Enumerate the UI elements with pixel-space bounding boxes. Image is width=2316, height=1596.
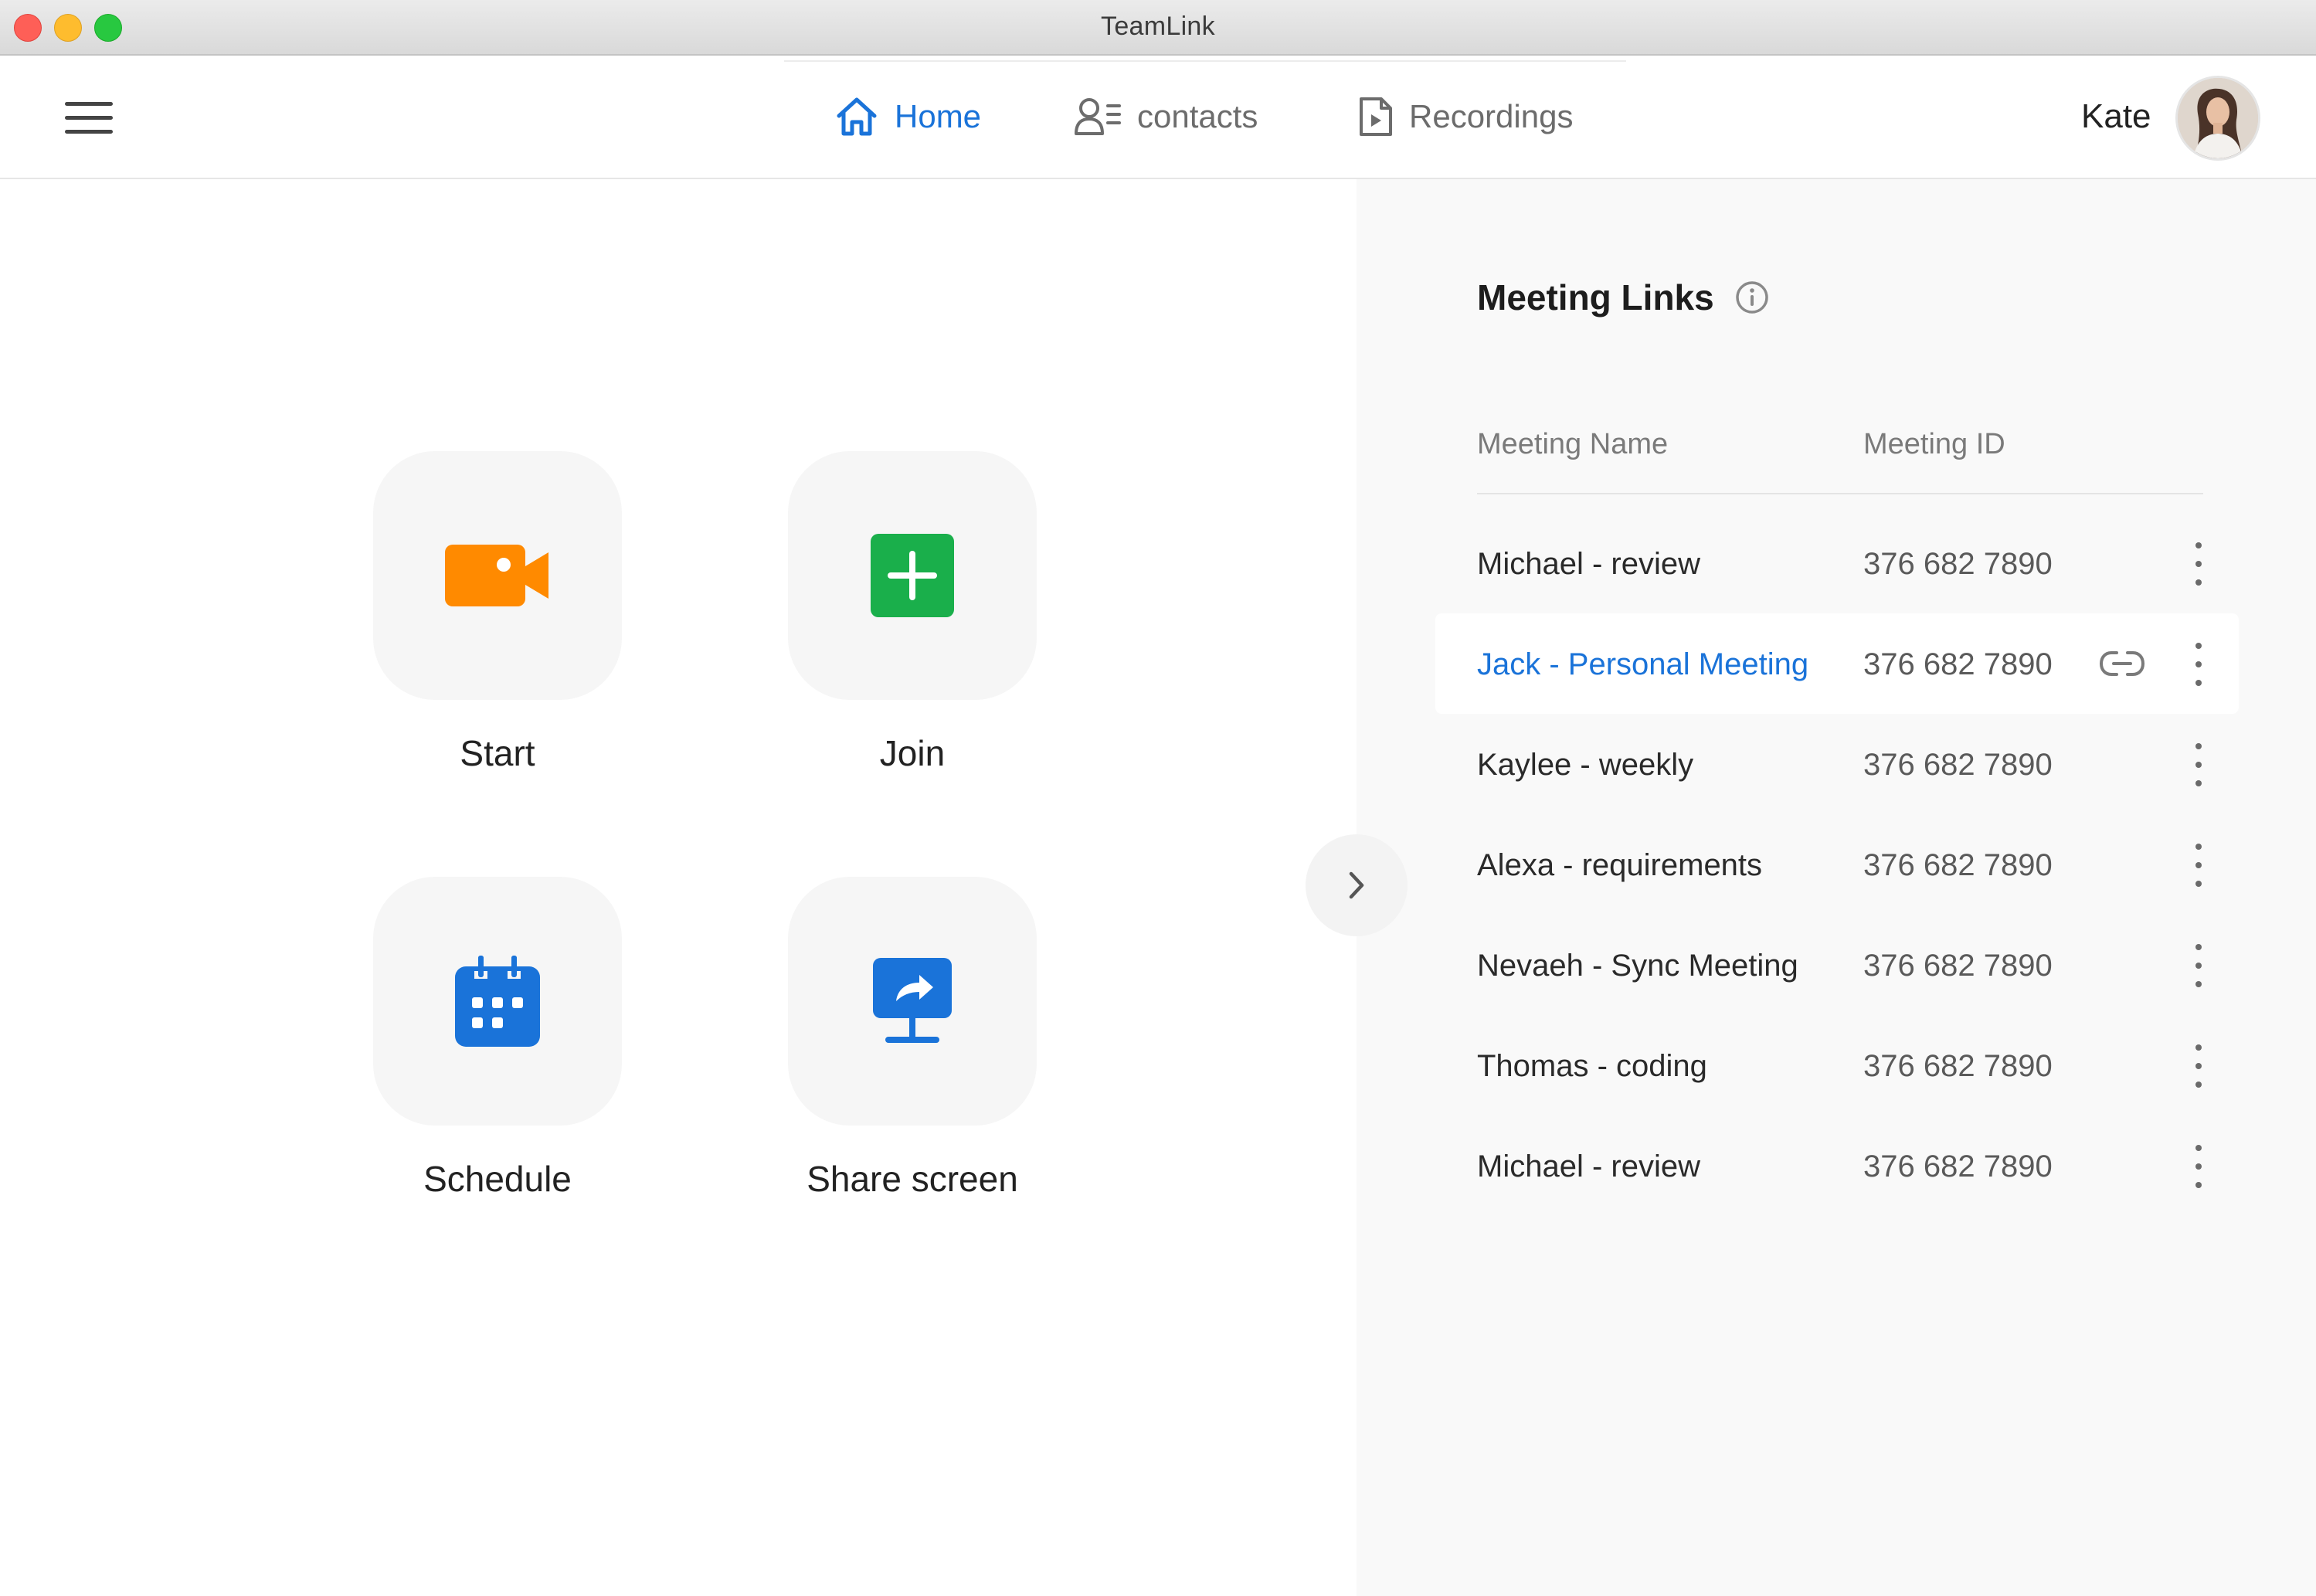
user-name: Kate <box>2081 97 2151 135</box>
meeting-name: Jack - Personal Meeting <box>1477 647 1809 681</box>
share-screen-tile[interactable] <box>788 877 1037 1126</box>
more-vertical-icon <box>2195 944 2202 950</box>
meeting-name: Michael - review <box>1477 1149 1700 1183</box>
more-vertical-icon <box>2195 542 2202 548</box>
meeting-row[interactable]: Nevaeh - Sync Meeting 376 682 7890 <box>1435 915 2239 1015</box>
meeting-links-list: Michael - review 376 682 7890 Jack - Per… <box>1435 513 2239 1216</box>
recordings-icon <box>1360 97 1392 136</box>
meeting-id: 376 682 7890 <box>1863 1149 2053 1183</box>
meeting-id: 376 682 7890 <box>1863 848 2053 882</box>
meeting-name: Thomas - coding <box>1477 1049 1707 1083</box>
plus-icon <box>871 534 954 617</box>
meeting-row[interactable]: Thomas - coding 376 682 7890 <box>1435 1015 2239 1116</box>
more-options-button[interactable] <box>2183 944 2214 987</box>
meeting-name: Michael - review <box>1477 547 1700 581</box>
schedule-meeting-button[interactable]: Schedule <box>373 877 622 1200</box>
tab-home-label: Home <box>895 98 982 134</box>
menu-icon <box>65 102 113 106</box>
header-divider <box>1477 493 2203 494</box>
window-title: TeamLink <box>1101 12 1215 41</box>
meeting-row[interactable]: Alexa - requirements 376 682 7890 <box>1435 814 2239 915</box>
avatar[interactable] <box>2175 76 2260 161</box>
chevron-right-icon <box>1349 871 1364 899</box>
tab-home[interactable]: Home <box>834 90 981 144</box>
start-meeting-button[interactable]: Start <box>373 451 622 774</box>
meeting-id: 376 682 7890 <box>1863 547 2053 581</box>
video-camera-icon <box>445 545 548 606</box>
more-options-button[interactable] <box>2183 643 2214 686</box>
join-label: Join <box>879 733 946 773</box>
meeting-row[interactable]: Kaylee - weekly 376 682 7890 <box>1435 714 2239 814</box>
meeting-links-panel: Meeting Links Meeting Name Meeting ID Mi… <box>1357 179 2316 1596</box>
share-screen-label: Share screen <box>807 1159 1018 1199</box>
more-vertical-icon <box>2195 743 2202 749</box>
tab-recordings-label: Recordings <box>1409 98 1574 134</box>
more-options-button[interactable] <box>2183 743 2214 786</box>
more-options-button[interactable] <box>2183 1044 2214 1088</box>
column-header-meeting-name: Meeting Name <box>1477 428 1669 460</box>
avatar-image <box>2178 78 2258 158</box>
meeting-row[interactable]: Michael - review 376 682 7890 <box>1435 513 2239 613</box>
meeting-name: Kaylee - weekly <box>1477 748 1694 782</box>
meeting-row-selected[interactable]: Jack - Personal Meeting 376 682 7890 <box>1435 613 2239 714</box>
panel-toggle-button[interactable] <box>1306 834 1408 936</box>
more-options-button[interactable] <box>2183 1145 2214 1188</box>
meeting-name: Nevaeh - Sync Meeting <box>1477 949 1798 983</box>
more-vertical-icon <box>2195 844 2202 850</box>
meeting-id: 376 682 7890 <box>1863 748 2053 782</box>
title-bar: TeamLink <box>0 0 2316 56</box>
join-meeting-button[interactable]: Join <box>788 451 1037 774</box>
join-tile[interactable] <box>788 451 1037 700</box>
top-navigation: Home contacts Recordings Kate <box>0 56 2316 179</box>
more-options-button[interactable] <box>2183 844 2214 887</box>
meeting-row[interactable]: Michael - review 376 682 7890 <box>1435 1116 2239 1216</box>
schedule-tile[interactable] <box>373 877 622 1126</box>
tab-contacts-label: contacts <box>1137 98 1258 134</box>
menu-button[interactable] <box>65 102 113 134</box>
calendar-icon <box>455 956 540 1047</box>
share-screen-button[interactable]: Share screen <box>788 877 1037 1200</box>
meeting-id: 376 682 7890 <box>1863 1049 2053 1083</box>
tab-contacts[interactable]: contacts <box>1074 90 1258 144</box>
tab-recordings[interactable]: Recordings <box>1358 90 1573 144</box>
home-icon <box>837 97 877 136</box>
more-vertical-icon <box>2195 643 2202 649</box>
more-vertical-icon <box>2195 1044 2202 1051</box>
schedule-label: Schedule <box>423 1159 572 1199</box>
start-tile[interactable] <box>373 451 622 700</box>
info-icon[interactable] <box>1734 280 1770 315</box>
nav-divider <box>784 60 1626 62</box>
copy-link-icon[interactable] <box>2098 649 2146 678</box>
app-window: TeamLink Home contacts Recordings Kate S… <box>0 0 2316 1596</box>
meeting-id: 376 682 7890 <box>1863 647 2053 681</box>
more-vertical-icon <box>2195 1145 2202 1151</box>
meeting-name: Alexa - requirements <box>1477 848 1763 882</box>
meeting-links-title: Meeting Links <box>1477 277 1770 318</box>
meeting-links-title-text: Meeting Links <box>1477 277 1714 318</box>
column-header-meeting-id: Meeting ID <box>1863 428 2005 460</box>
meeting-id: 376 682 7890 <box>1863 949 2053 983</box>
start-label: Start <box>460 733 535 773</box>
more-options-button[interactable] <box>2183 542 2214 586</box>
home-actions-pane: Start Join Schedule Share screen <box>0 179 1357 1596</box>
share-screen-icon <box>873 958 952 1043</box>
contacts-icon <box>1075 98 1121 135</box>
